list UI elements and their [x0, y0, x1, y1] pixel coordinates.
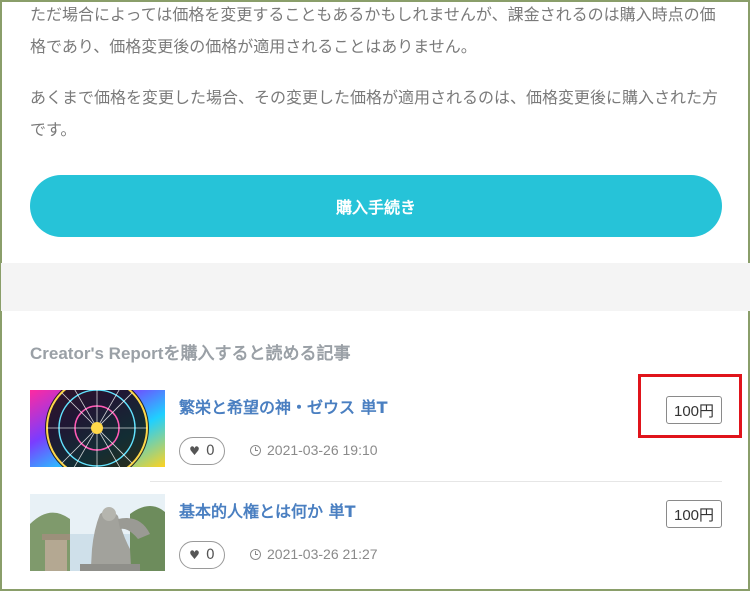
clock-icon [250, 548, 261, 560]
price-badge: 100円 [666, 500, 722, 528]
clock-icon [250, 444, 261, 456]
intro-paragraph-1: ただ場合によっては価格を変更することもあるかもしれませんが、課金されるのは購入時… [30, 5, 716, 56]
article-item[interactable]: 繁栄と希望の神・ゼウス 単T ♥ 0 2021-03-26 19:10 100円 [30, 390, 722, 470]
price-highlight-box [638, 374, 742, 438]
zodiac-wheel-image[interactable] [30, 390, 165, 467]
date-text: 2021-03-26 21:27 [267, 546, 378, 562]
purchase-button[interactable]: 購入手続き [30, 175, 722, 237]
like-count: 0 [205, 443, 215, 459]
article-divider [150, 481, 722, 482]
like-count: 0 [205, 547, 215, 563]
like-button[interactable]: ♥ 0 [179, 541, 225, 569]
intro-paragraph-2: あくまで価格を変更した場合、その変更した価格が適用されるのは、価格変更後に購入さ… [30, 88, 719, 139]
section-title: Creator's Reportを購入すると読める記事 [30, 344, 351, 363]
article-date: 2021-03-26 19:10 [250, 442, 378, 458]
heart-icon: ♥ [189, 548, 200, 562]
article-item[interactable]: 基本的人権とは何か 単T ♥ 0 2021-03-26 21:27 100円 [30, 494, 722, 574]
article-title[interactable]: 繁栄と希望の神・ゼウス 単T [179, 394, 388, 418]
article-date: 2021-03-26 21:27 [250, 546, 378, 562]
article-title[interactable]: 基本的人権とは何か 単T [179, 498, 356, 522]
heart-icon: ♥ [189, 444, 200, 458]
section-separator [1, 263, 750, 311]
date-text: 2021-03-26 19:10 [267, 442, 378, 458]
statue-image[interactable] [30, 494, 165, 571]
like-button[interactable]: ♥ 0 [179, 437, 225, 465]
